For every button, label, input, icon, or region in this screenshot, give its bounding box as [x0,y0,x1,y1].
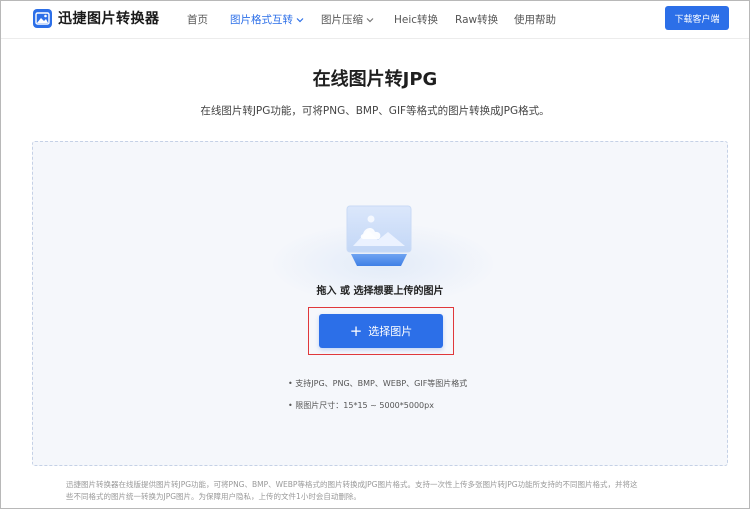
logo-text: 迅捷图片转换器 [58,11,160,27]
nav-item-label: 图片格式互转 [230,14,293,26]
nav-item-home[interactable]: 首页 [187,12,208,27]
download-client-button[interactable]: 下载客户端 [665,6,729,30]
footer-line: 迅捷图片转换器在线版提供图片转JPG功能，可将PNG、BMP、WEBP等格式的图… [66,480,638,489]
image-icon [33,8,52,28]
top-header: 迅捷图片转换器 首页 图片格式互转 图片压缩 Heic转换 Raw转换 使用帮助… [1,1,749,39]
nav-item-raw[interactable]: Raw转换 [455,12,498,27]
nav-item-compress[interactable]: 图片压缩 [321,12,374,27]
nav-item-heic[interactable]: Heic转换 [394,12,438,27]
drop-instruction: 拖入 或 选择想要上传的图片 [316,286,444,297]
footer-description: 迅捷图片转换器在线版提供图片转JPG功能，可将PNG、BMP、WEBP等格式的图… [66,479,696,503]
hint-formats: • 支持JPG、PNG、BMP、WEBP、GIF等图片格式 [288,379,468,388]
nav-item-format-convert[interactable]: 图片格式互转 [230,12,304,27]
plus-icon: + [349,321,363,340]
select-image-button[interactable]: + 选择图片 [319,314,443,348]
select-image-label: 选择图片 [368,325,413,338]
nav-item-label: 图片压缩 [321,14,363,26]
page-title: 在线图片转JPG [312,69,438,90]
chevron-down-icon [296,18,304,23]
chevron-down-icon [366,18,374,23]
page-subtitle: 在线图片转JPG功能，可将PNG、BMP、GIF等格式的图片转换成JPG格式。 [200,105,550,117]
nav-item-help[interactable]: 使用帮助 [514,12,556,27]
footer-line: 些不同格式的图片统一转换为JPG图片。为保障用户隐私，上传的文件1小时会自动删除… [66,492,361,501]
format-hints: • 支持JPG、PNG、BMP、WEBP、GIF等图片格式 • 限图片尺寸：15… [288,378,467,422]
picture-icon [346,205,412,266]
logo[interactable]: 迅捷图片转换器 [33,8,160,28]
hint-size-limit: • 限图片尺寸：15*15 ~ 5000*5000px [288,401,434,410]
upload-dropzone[interactable]: 拖入 或 选择想要上传的图片 + 选择图片 • 支持JPG、PNG、BMP、WE… [32,141,728,466]
